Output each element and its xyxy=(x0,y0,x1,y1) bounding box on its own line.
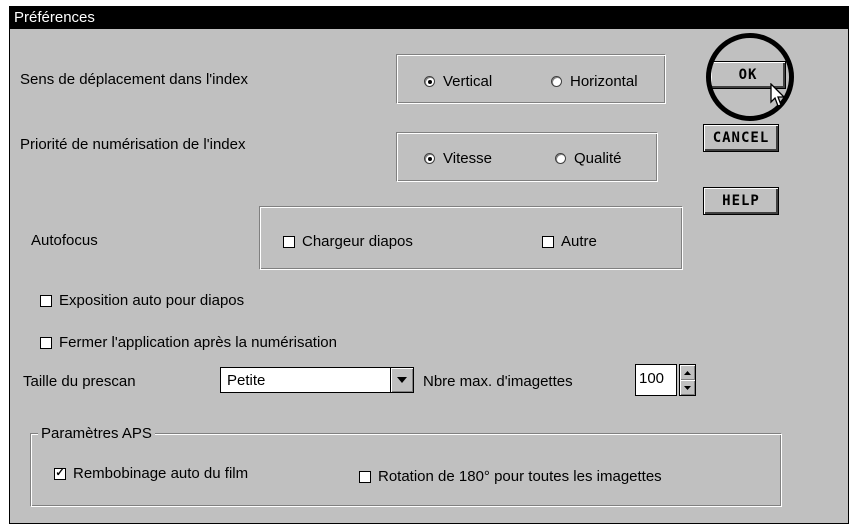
checkbox-rotation-180-label: Rotation de 180° pour toutes les imagett… xyxy=(378,468,662,485)
radio-horizontal-label: Horizontal xyxy=(570,73,638,90)
thumbnails-spinner[interactable] xyxy=(679,364,696,396)
checkbox-rembobinage-auto-label: Rembobinage auto du film xyxy=(73,465,249,482)
checkbox-fermer-application-box[interactable] xyxy=(40,336,52,349)
checkbox-exposition-auto-box[interactable] xyxy=(40,294,52,307)
radio-vitesse[interactable]: Vitesse xyxy=(424,150,492,167)
spin-up-icon[interactable] xyxy=(680,365,695,380)
checkbox-exposition-auto-label: Exposition auto pour diapos xyxy=(59,292,245,309)
radio-qualite-indicator[interactable] xyxy=(555,153,566,164)
radio-vertical[interactable]: Vertical xyxy=(424,73,492,90)
radio-horizontal[interactable]: Horizontal xyxy=(551,73,638,90)
checkbox-autre-box[interactable] xyxy=(542,235,554,248)
checkbox-fermer-application[interactable]: Fermer l'application après la numérisati… xyxy=(40,334,337,351)
prescan-value: Petite xyxy=(227,371,266,389)
checkbox-rembobinage-auto[interactable]: ✓ Rembobinage auto du film xyxy=(54,465,248,482)
checkbox-chargeur-diapos-label: Chargeur diapos xyxy=(302,233,413,250)
radio-vitesse-indicator[interactable] xyxy=(424,153,435,164)
thumbnails-label: Nbre max. d'imagettes xyxy=(423,373,573,390)
checkbox-autre[interactable]: Autre xyxy=(542,233,597,250)
index-priority-label: Priorité de numérisation de l'index xyxy=(20,136,246,153)
window-title: Préférences xyxy=(10,7,848,29)
thumbnails-input[interactable]: 100 xyxy=(635,364,677,396)
preferences-dialog: Préférences Sens de déplacement dans l'i… xyxy=(9,6,849,524)
cursor-icon xyxy=(770,83,786,107)
checkbox-rotation-180-box[interactable] xyxy=(359,470,371,483)
radio-horizontal-indicator[interactable] xyxy=(551,76,562,87)
checkbox-fermer-application-label: Fermer l'application après la numérisati… xyxy=(59,334,337,351)
radio-qualite[interactable]: Qualité xyxy=(555,150,622,167)
checkbox-exposition-auto[interactable]: Exposition auto pour diapos xyxy=(40,292,244,309)
radio-vertical-indicator[interactable] xyxy=(424,76,435,87)
radio-qualite-label: Qualité xyxy=(574,150,622,167)
aps-legend: Paramètres APS xyxy=(38,425,155,442)
radio-vitesse-label: Vitesse xyxy=(443,150,492,167)
index-direction-label: Sens de déplacement dans l'index xyxy=(20,71,249,88)
prescan-label: Taille du prescan xyxy=(23,373,136,390)
checkbox-chargeur-diapos-box[interactable] xyxy=(283,235,295,248)
prescan-dropdown[interactable]: Petite xyxy=(220,367,414,393)
checkbox-rembobinage-auto-box[interactable]: ✓ xyxy=(54,467,66,480)
checkbox-autre-label: Autre xyxy=(561,233,597,250)
cancel-button[interactable]: CANCEL xyxy=(703,124,779,152)
checkbox-chargeur-diapos[interactable]: Chargeur diapos xyxy=(283,233,413,250)
autofocus-label: Autofocus xyxy=(31,232,98,249)
checkbox-rotation-180[interactable]: Rotation de 180° pour toutes les imagett… xyxy=(359,468,662,485)
radio-vertical-label: Vertical xyxy=(443,73,493,90)
help-button[interactable]: HELP xyxy=(703,187,779,215)
spin-down-icon[interactable] xyxy=(680,380,695,395)
chevron-down-icon[interactable] xyxy=(390,368,413,392)
